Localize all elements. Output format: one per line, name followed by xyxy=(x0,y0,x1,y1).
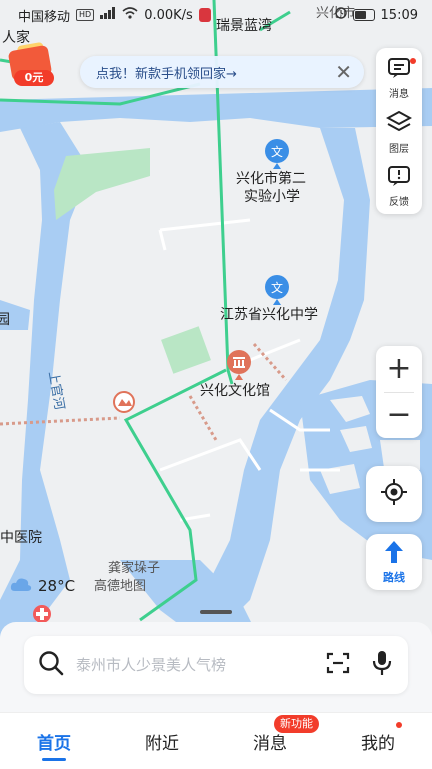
temperature: 28°C xyxy=(38,577,76,595)
new-feature-badge: 新功能 xyxy=(274,715,319,733)
map-label-school-2-line2: 实验小学 xyxy=(244,189,300,205)
hospital-poi-icon[interactable] xyxy=(33,605,51,623)
layers-button[interactable]: 图层 xyxy=(376,106,422,158)
alarm-icon xyxy=(334,7,347,23)
battery-icon xyxy=(352,9,375,21)
search-input[interactable] xyxy=(74,655,326,675)
feedback-button[interactable]: 反馈 xyxy=(376,160,422,212)
close-icon[interactable]: ✕ xyxy=(335,62,352,82)
signal-icon xyxy=(100,7,116,23)
drag-handle[interactable] xyxy=(200,610,232,614)
map-label-middle-school: 江苏省兴化中学 xyxy=(220,307,318,323)
notification-dot xyxy=(396,722,402,728)
recording-icon xyxy=(198,8,211,22)
feedback-icon xyxy=(387,165,411,191)
layers-icon xyxy=(385,110,413,138)
map-label-bottom-area: 龚家垛子 xyxy=(108,560,160,576)
tab-nearby-label: 附近 xyxy=(145,733,179,754)
route-arrow-icon xyxy=(383,540,405,568)
bottom-tab-bar: 首页 附近 消息 我的 新功能 xyxy=(0,712,432,769)
messages-label: 消息 xyxy=(389,88,409,100)
map-label-hospital: 中医院 xyxy=(0,530,42,546)
map-label-culture-hall: 兴化文化馆 xyxy=(200,383,270,399)
carrier-name: 中国移动 xyxy=(18,9,71,25)
plus-icon: + xyxy=(386,351,412,386)
zoom-controls: + − xyxy=(376,346,422,438)
map-label-left-fragment: 园 xyxy=(0,312,10,328)
message-icon xyxy=(387,57,411,83)
wifi-icon xyxy=(122,7,138,23)
promo-text: 点我！新款手机领回家→ xyxy=(96,66,237,82)
map-tools-panel: 消息 图层 反馈 xyxy=(376,48,422,214)
weather-widget[interactable]: 28°C xyxy=(10,576,75,596)
tab-mine[interactable]: 我的 xyxy=(324,713,432,769)
tab-mine-label: 我的 xyxy=(361,733,395,754)
active-tab-indicator xyxy=(42,758,66,761)
clock-time: 15:09 xyxy=(380,7,418,23)
feedback-label: 反馈 xyxy=(389,196,409,208)
cloud-icon xyxy=(10,576,32,596)
hd-badge: HD xyxy=(76,9,95,21)
red-packet-promo[interactable]: 0元 xyxy=(7,41,56,88)
layers-label: 图层 xyxy=(389,143,409,155)
net-speed: 0.00K/s xyxy=(144,7,193,23)
svg-text:文: 文 xyxy=(271,280,283,295)
tab-nearby[interactable]: 附近 xyxy=(108,713,216,769)
map-label-school-2: 兴化市第二 xyxy=(236,170,306,187)
search-icon xyxy=(38,650,64,680)
minus-icon: − xyxy=(386,397,412,432)
zoom-out-button[interactable]: − xyxy=(376,392,422,438)
zoom-in-button[interactable]: + xyxy=(376,346,422,392)
scan-icon[interactable] xyxy=(326,652,350,678)
locate-me-button[interactable] xyxy=(366,466,422,522)
microphone-icon[interactable] xyxy=(372,650,392,680)
svg-text:文: 文 xyxy=(271,144,283,159)
promo-banner[interactable]: 点我！新款手机领回家→ ✕ xyxy=(80,56,364,88)
red-packet-label: 0元 xyxy=(14,70,54,86)
crosshair-icon xyxy=(380,478,408,510)
tab-home-label: 首页 xyxy=(37,733,71,754)
search-bar[interactable] xyxy=(24,636,408,694)
map-brand-label: 高德地图 xyxy=(94,578,146,594)
scenic-poi-icon[interactable] xyxy=(113,391,135,413)
status-bar: 中国移动 HD 0.00K/s 15:09 xyxy=(0,0,432,30)
route-label: 路线 xyxy=(383,570,405,584)
messages-button[interactable]: 消息 xyxy=(376,52,422,104)
route-button[interactable]: 路线 xyxy=(366,534,422,590)
notification-dot xyxy=(410,58,416,64)
